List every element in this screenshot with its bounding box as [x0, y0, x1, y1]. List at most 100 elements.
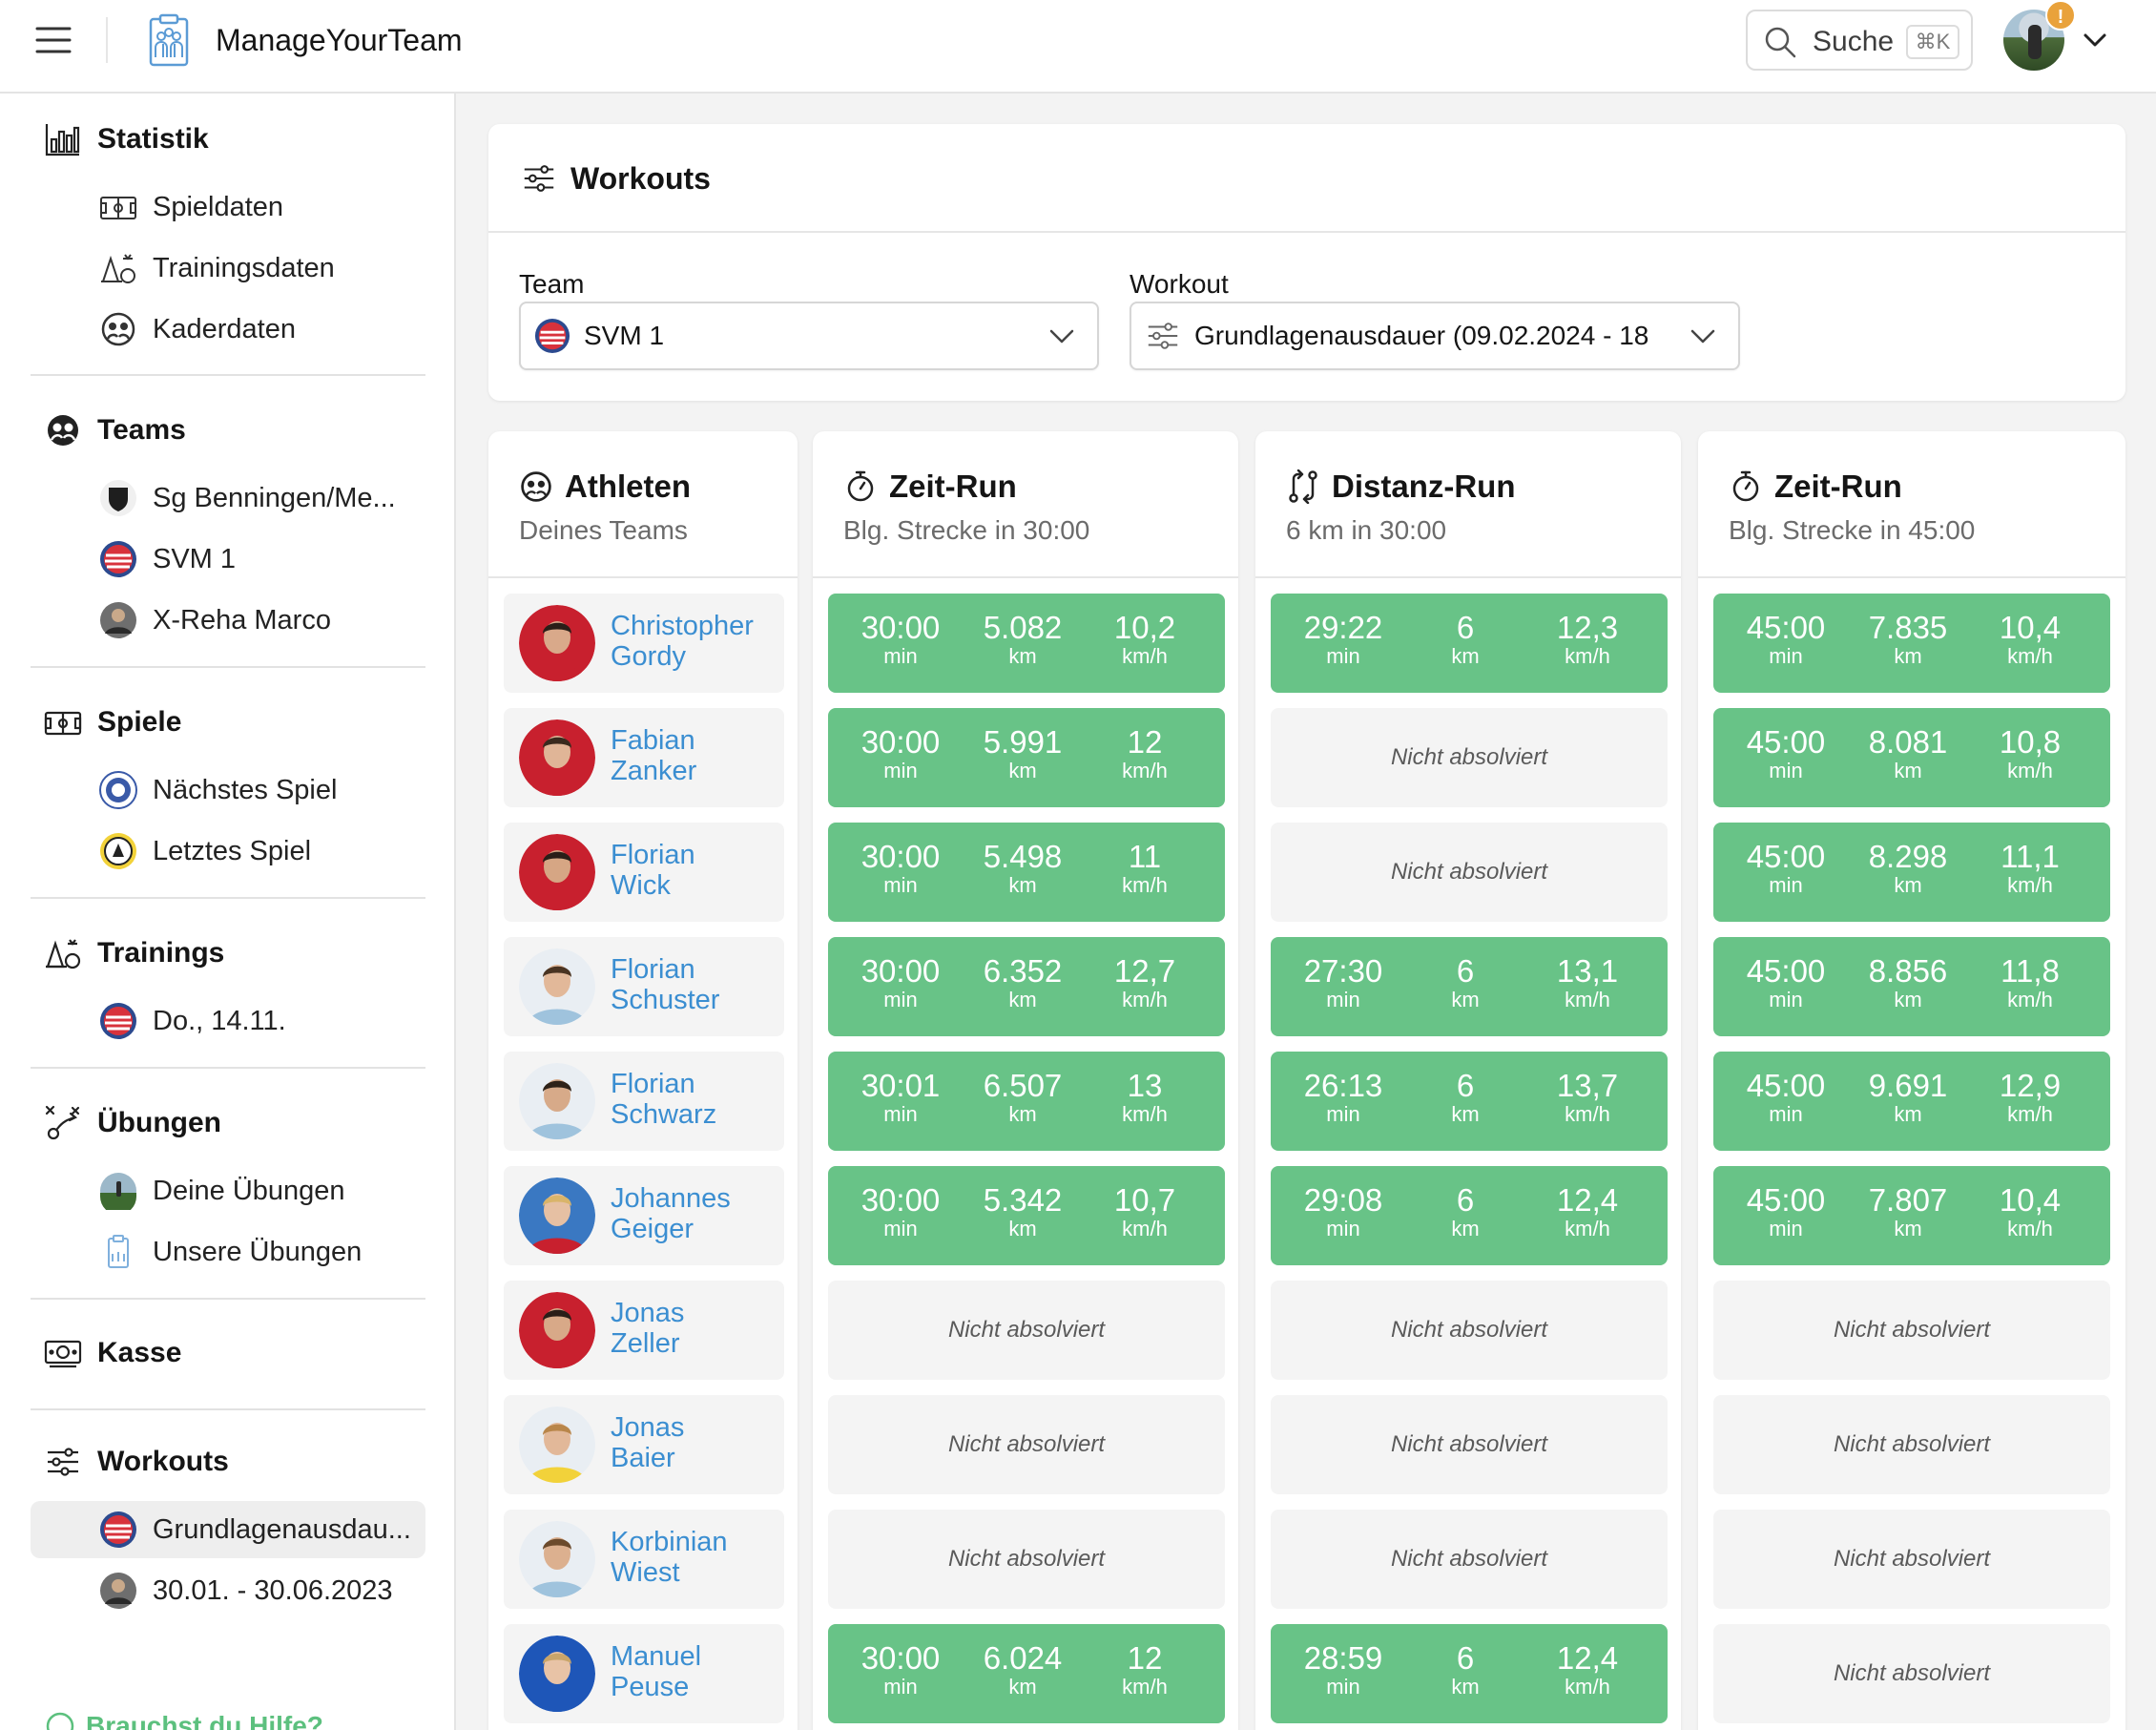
- athlete-first-name: Jonas: [611, 1412, 685, 1443]
- workout-select[interactable]: Grundlagenausdauer (09.02.2024 - 18: [1130, 302, 1740, 370]
- app-name[interactable]: ManageYourTeam: [216, 21, 463, 59]
- tactics-icon: [44, 1104, 82, 1142]
- app-logo-icon[interactable]: [148, 13, 190, 67]
- athlete-row[interactable]: Korbinian Wiest: [504, 1510, 784, 1609]
- result-cell[interactable]: 45:00 min 7.835 km 10,4 km/h: [1713, 594, 2110, 693]
- athlete-row[interactable]: Florian Schuster: [504, 937, 784, 1036]
- sidebar-section-trainings[interactable]: Trainings: [44, 934, 224, 972]
- result-cell[interactable]: 30:01 min 6.507 km 13 km/h: [828, 1052, 1225, 1151]
- metric-unit: km: [1894, 759, 1922, 782]
- metric-unit: km/h: [1565, 1217, 1610, 1240]
- sliders-icon: [1145, 318, 1181, 354]
- athlete-last-name: Zanker: [611, 756, 697, 786]
- athlete-row[interactable]: Christopher Gordy: [504, 594, 784, 693]
- athlete-name-link[interactable]: Florian Schuster: [611, 954, 719, 1015]
- result-cell-not-done: Nicht absolviert: [1271, 708, 1668, 807]
- sidebar-item-spieldaten[interactable]: Spieldaten: [31, 178, 425, 236]
- sidebar-section-uebungen[interactable]: Übungen: [44, 1104, 221, 1142]
- athlete-row[interactable]: Fabian Zanker: [504, 708, 784, 807]
- result-cell[interactable]: 30:00 min 5.498 km 11 km/h: [828, 823, 1225, 922]
- athlete-name-link[interactable]: Jonas Zeller: [611, 1298, 684, 1359]
- run-column-1: Zeit-Run Blg. Strecke in 30:00 30:00 min 5…: [813, 431, 1238, 1730]
- result-cell[interactable]: 45:00 min 9.691 km 12,9 km/h: [1713, 1052, 2110, 1151]
- team-select[interactable]: SVM 1: [519, 302, 1099, 370]
- athlete-row[interactable]: Jonas Baier: [504, 1395, 784, 1494]
- metric-value: 7.835: [1868, 610, 1948, 645]
- athlete-name-link[interactable]: Florian Wick: [611, 840, 695, 901]
- sidebar-item-workout-grundlagen[interactable]: Grundlagenausdau...: [31, 1501, 425, 1558]
- top-bar: ManageYourTeam Suche ⌘K !: [0, 0, 2156, 94]
- athlete-name-link[interactable]: Florian Schwarz: [611, 1069, 716, 1130]
- help-link[interactable]: Brauchst du Hilfe?: [46, 1710, 323, 1730]
- sidebar-item-team-svm1[interactable]: SVM 1: [31, 531, 425, 588]
- metric-value: 11,1: [2001, 839, 2060, 874]
- sidebar-item-letztes-spiel[interactable]: Letztes Spiel: [31, 823, 425, 880]
- result-cell[interactable]: 45:00 min 8.856 km 11,8 km/h: [1713, 937, 2110, 1036]
- metric-distance: 8.298 km: [1847, 840, 1969, 897]
- metric-unit: min: [1769, 988, 1803, 1011]
- sidebar-item-unsere-uebungen[interactable]: Unsere Übungen: [31, 1223, 425, 1281]
- sidebar-item-trainingsdaten[interactable]: Trainingsdaten: [31, 240, 425, 297]
- metric-value: 10,7: [1113, 1182, 1176, 1218]
- column-divider: [488, 576, 798, 578]
- result-cell[interactable]: 30:00 min 6.024 km 12 km/h: [828, 1624, 1225, 1723]
- athlete-name-link[interactable]: Jonas Baier: [611, 1412, 684, 1473]
- result-cell[interactable]: 30:00 min 5.991 km 12 km/h: [828, 708, 1225, 807]
- sidebar-section-statistik[interactable]: Statistik: [44, 120, 209, 158]
- help-icon: [46, 1712, 74, 1730]
- athlete-row[interactable]: Florian Wick: [504, 823, 784, 922]
- metric-unit: km/h: [1565, 1102, 1610, 1126]
- sidebar-item-kaderdaten[interactable]: Kaderdaten: [31, 301, 425, 358]
- chevron-down-icon[interactable]: [2082, 29, 2108, 52]
- athlete-first-name: Christopher: [611, 611, 754, 641]
- athlete-first-name: Fabian: [611, 725, 695, 756]
- menu-icon[interactable]: [34, 25, 73, 55]
- sidebar-item-workout-period[interactable]: 30.01. - 30.06.2023: [31, 1562, 425, 1619]
- chevron-down-icon: [1689, 323, 1717, 348]
- result-cell[interactable]: 27:30 min 6 km 13,1 km/h: [1271, 937, 1668, 1036]
- athlete-name-link[interactable]: Korbinian Wiest: [611, 1527, 728, 1588]
- sidebar-item-training-date[interactable]: Do., 14.11.: [31, 992, 425, 1050]
- sidebar-item-team-xreha[interactable]: X-Reha Marco: [31, 592, 425, 649]
- metric-distance: 6.507 km: [962, 1069, 1084, 1126]
- notification-badge[interactable]: !: [2045, 0, 2076, 31]
- result-cell[interactable]: 45:00 min 8.298 km 11,1 km/h: [1713, 823, 2110, 922]
- result-cell[interactable]: 30:00 min 5.342 km 10,7 km/h: [828, 1166, 1225, 1265]
- athlete-row[interactable]: Jonas Zeller: [504, 1281, 784, 1380]
- not-done-label: Nicht absolviert: [1390, 1546, 1548, 1572]
- athlete-name-link[interactable]: Johannes Geiger: [611, 1183, 731, 1244]
- search-button[interactable]: Suche ⌘K: [1746, 10, 1973, 71]
- result-cell[interactable]: 29:22 min 6 km 12,3 km/h: [1271, 594, 1668, 693]
- athlete-row[interactable]: Johannes Geiger: [504, 1166, 784, 1265]
- squad-icon: [44, 411, 82, 449]
- result-cell[interactable]: 29:08 min 6 km 12,4 km/h: [1271, 1166, 1668, 1265]
- athlete-name-link[interactable]: Fabian Zanker: [611, 725, 696, 786]
- metric-distance: 5.498 km: [962, 840, 1084, 897]
- sidebar-divider: [31, 1298, 425, 1300]
- sidebar-item-deine-uebungen[interactable]: Deine Übungen: [31, 1162, 425, 1219]
- metric-value: 10,2: [1113, 610, 1176, 645]
- sidebar-section-kasse[interactable]: Kasse: [44, 1334, 181, 1372]
- not-done-label: Nicht absolviert: [1390, 859, 1548, 885]
- sidebar-section-teams[interactable]: Teams: [44, 411, 186, 449]
- sidebar-item-naechstes-spiel[interactable]: Nächstes Spiel: [31, 761, 425, 819]
- athlete-name-link[interactable]: Christopher Gordy: [611, 611, 754, 672]
- result-cell[interactable]: 28:59 min 6 km 12,4 km/h: [1271, 1624, 1668, 1723]
- result-cell-not-done: Nicht absolviert: [1713, 1510, 2110, 1609]
- result-cell[interactable]: 45:00 min 7.807 km 10,4 km/h: [1713, 1166, 2110, 1265]
- result-cell[interactable]: 30:00 min 6.352 km 12,7 km/h: [828, 937, 1225, 1036]
- metric-unit: km/h: [1122, 644, 1168, 668]
- athlete-name-link[interactable]: Manuel Peuse: [611, 1641, 701, 1702]
- result-cell[interactable]: 30:00 min 5.082 km 10,2 km/h: [828, 594, 1225, 693]
- athlete-row[interactable]: Manuel Peuse: [504, 1624, 784, 1723]
- sidebar-item-team-benningen[interactable]: Sg Benningen/Me...: [31, 469, 425, 527]
- metric-unit: km: [1451, 1675, 1480, 1699]
- metric-value: 45:00: [1746, 839, 1826, 874]
- result-cell[interactable]: 45:00 min 8.081 km 10,8 km/h: [1713, 708, 2110, 807]
- search-shortcut: ⌘K: [1906, 25, 1959, 59]
- sidebar-section-spiele[interactable]: Spiele: [44, 703, 181, 741]
- result-cell[interactable]: 26:13 min 6 km 13,7 km/h: [1271, 1052, 1668, 1151]
- athlete-row[interactable]: Florian Schwarz: [504, 1052, 784, 1151]
- sidebar-section-workouts[interactable]: Workouts: [44, 1443, 229, 1481]
- metric-speed: 10,4 km/h: [1969, 611, 2091, 668]
